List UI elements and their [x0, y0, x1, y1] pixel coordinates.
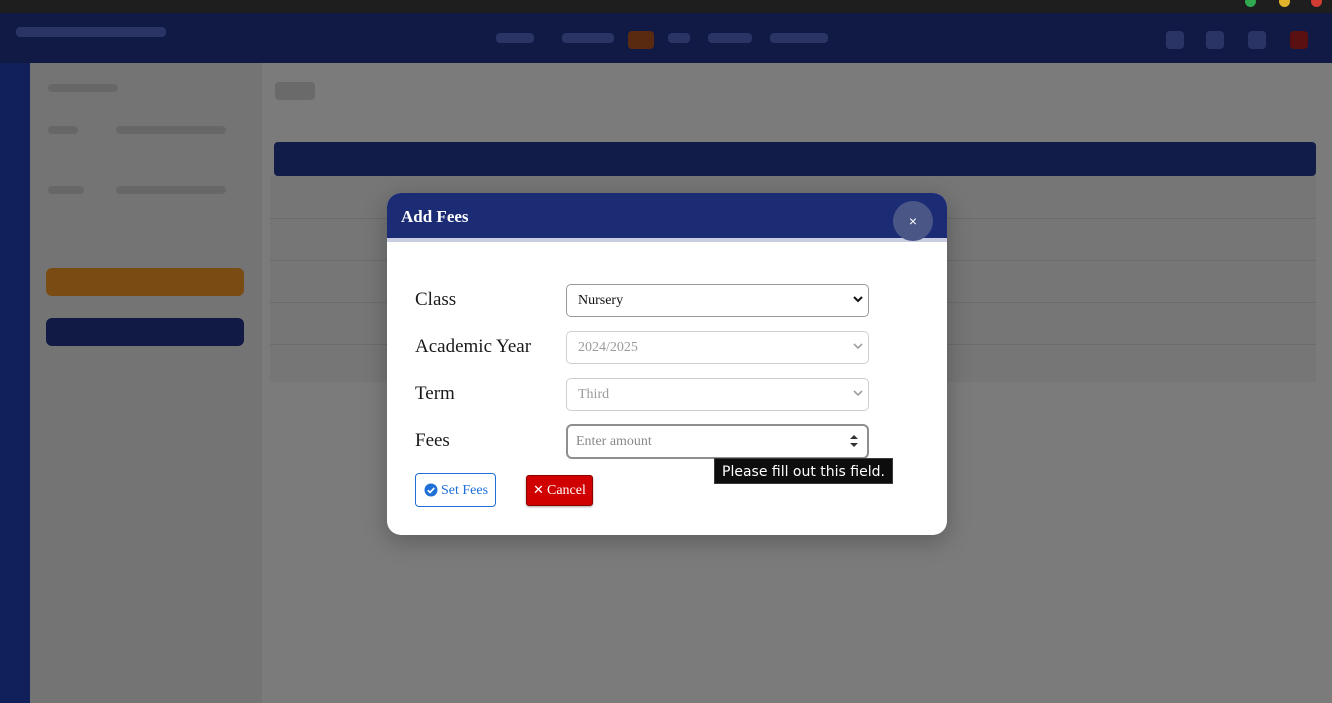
spinner-arrows-icon[interactable] [849, 433, 859, 449]
check-circle-icon [424, 483, 438, 497]
panel-field-blur [48, 186, 84, 194]
filter-panel [30, 63, 262, 703]
academic-year-label: Academic Year [415, 336, 532, 357]
chevron-down-icon [853, 343, 863, 350]
nav-item-blur [668, 33, 690, 43]
term-select-value: Third [578, 387, 610, 402]
panel-button-blur [46, 318, 244, 346]
cancel-button[interactable]: ✕ Cancel [526, 475, 593, 506]
fees-label: Fees [415, 430, 450, 451]
academic-year-select-value: 2024/2025 [578, 340, 638, 355]
nav-item-blur [628, 31, 654, 49]
window-close-dot[interactable] [1311, 0, 1322, 7]
close-button[interactable]: × [893, 201, 933, 241]
modal-title: Add Fees [401, 207, 469, 226]
nav-item-blur [496, 33, 534, 43]
chevron-down-icon [853, 296, 863, 303]
cancel-label: Cancel [547, 483, 586, 498]
academic-year-select: 2024/2025 [566, 331, 869, 364]
class-select[interactable]: Nursery [566, 284, 869, 317]
set-fees-button[interactable]: Set Fees [415, 473, 496, 507]
panel-field-blur [48, 126, 78, 134]
nav-item-blur [708, 33, 752, 43]
close-icon: × [908, 213, 918, 229]
fees-input[interactable]: Enter amount [566, 424, 869, 459]
app-top-nav [0, 13, 1332, 63]
class-label: Class [415, 289, 457, 310]
nav-icon-blur [1166, 31, 1184, 49]
panel-button-blur [46, 268, 244, 296]
nav-icon-blur [1206, 31, 1224, 49]
nav-icon-blur [1248, 31, 1266, 49]
panel-field-blur [116, 126, 226, 134]
x-icon: ✕ [533, 483, 544, 498]
class-select-value: Nursery [578, 293, 624, 308]
window-maximize-dot[interactable] [1245, 0, 1256, 7]
left-rail [0, 63, 30, 703]
chevron-down-icon [853, 390, 863, 397]
fees-input-placeholder: Enter amount [576, 434, 652, 449]
panel-heading-blur [48, 84, 118, 92]
window-minimize-dot[interactable] [1279, 0, 1290, 7]
nav-item-blur [770, 33, 828, 43]
page-title-blur [275, 82, 315, 100]
app-logo-blur [16, 27, 166, 37]
validation-tooltip: Please fill out this field. [714, 458, 893, 484]
table-header-blur [274, 142, 1316, 176]
set-fees-label: Set Fees [441, 483, 489, 498]
term-label: Term [415, 383, 455, 404]
term-select: Third [566, 378, 869, 411]
nav-item-blur [562, 33, 614, 43]
panel-field-blur [116, 186, 226, 194]
os-title-bar [0, 0, 1332, 13]
modal-header: Add Fees × [387, 193, 947, 242]
nav-icon-blur [1290, 31, 1308, 49]
